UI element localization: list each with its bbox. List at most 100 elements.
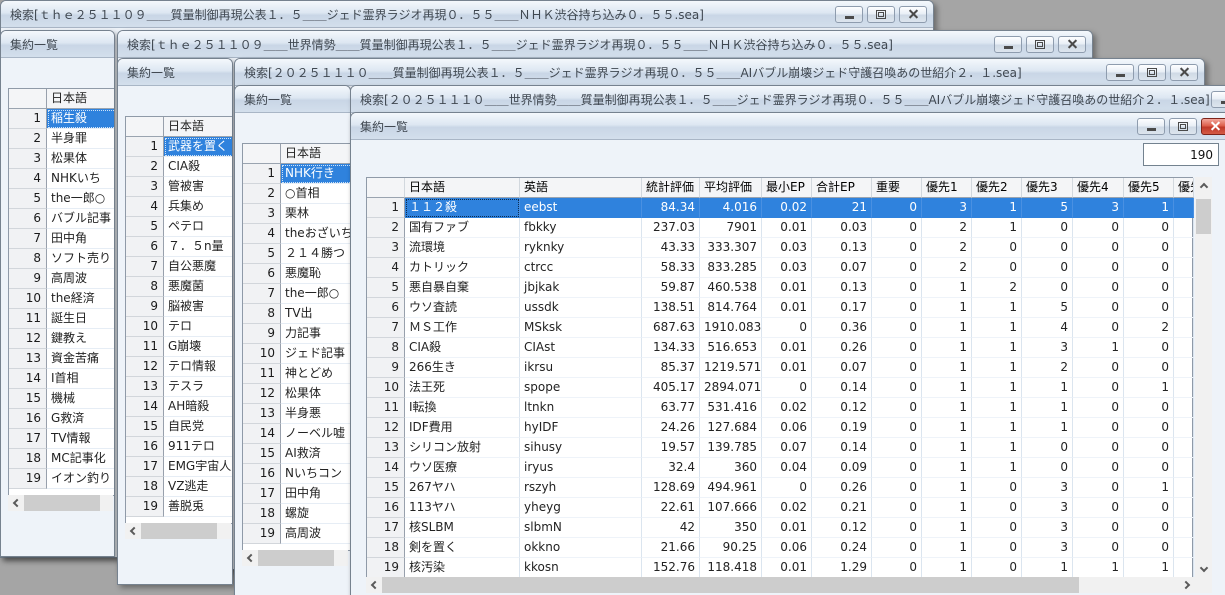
titlebar[interactable]: 集約一覧 — [118, 59, 232, 86]
list-item[interactable]: 7 自公悪魔 — [126, 257, 232, 277]
list-item[interactable]: 14 AH暗殺 — [126, 397, 232, 417]
list-item[interactable]: 11 G崩壊 — [126, 337, 232, 357]
list-item[interactable]: 1 NHK行き — [243, 164, 350, 184]
table-row[interactable]: 4 カトリック ctrcc 58.33 833.285 0.03 0.07 0 2 0 0 0 0 — [367, 258, 1194, 278]
table-row[interactable]: 10 法王死 spope 405.17 2894.071 0 0.14 0 1 1 1 0 1 — [367, 378, 1194, 398]
table-row[interactable]: 6 ウソ査読 ussdk 138.51 814.764 0.01 0.17 0 1 1 5 0 0 — [367, 298, 1194, 318]
table-row[interactable]: 8 CIA殺 CIAst 134.33 516.653 0.01 0.26 0 1 1 3 1 0 — [367, 338, 1194, 358]
list-item[interactable]: 14 I首相 — [9, 369, 114, 389]
scrollbar-thumb[interactable] — [1196, 199, 1211, 234]
close-button[interactable] — [899, 5, 927, 23]
minimize-button[interactable] — [1211, 90, 1225, 108]
list-item[interactable]: 19 高周波 — [243, 524, 350, 544]
titlebar[interactable]: 検索[ｔｈｅ２５１１０９＿＿世界情勢＿＿質量制御再現公表１．５＿＿ジェド霊界ラジ… — [118, 31, 1092, 58]
maximize-button[interactable] — [867, 5, 895, 23]
column-header[interactable]: 優先4 — [1073, 178, 1124, 198]
scrollbar-thumb[interactable] — [382, 577, 1079, 593]
maximize-button[interactable] — [1138, 63, 1166, 81]
close-button[interactable] — [1170, 63, 1198, 81]
table-row[interactable]: 16 113ヤハ yheyg 22.61 107.666 0.02 0.21 0 1 0 3 0 0 — [367, 498, 1194, 518]
column-header[interactable]: 平均評価 — [700, 178, 762, 198]
list-item[interactable]: 18 VZ逃走 — [126, 477, 232, 497]
list-item[interactable]: 11 誕生日 — [9, 309, 114, 329]
list-item[interactable]: 12 テロ情報 — [126, 357, 232, 377]
vertical-scrollbar[interactable] — [1195, 177, 1212, 577]
list-item[interactable]: 6 悪魔恥 — [243, 264, 350, 284]
table-row[interactable]: 7 ＭＳ工作 MSksk 687.63 1910.083 0 0.36 0 1 1 4 0 2 — [367, 318, 1194, 338]
list-item[interactable]: 10 the経済 — [9, 289, 114, 309]
titlebar[interactable]: 集約一覧 — [351, 113, 1225, 140]
column-header[interactable]: 重要 — [872, 178, 922, 198]
list-item[interactable]: 13 テスラ — [126, 377, 232, 397]
table-row[interactable]: 5 悪自暴自棄 jbjkak 59.87 460.538 0.01 0.13 0 1 2 0 0 0 — [367, 278, 1194, 298]
list-item[interactable]: 12 鍵教え — [9, 329, 114, 349]
list-item[interactable]: 4 theおざいち — [243, 224, 350, 244]
titlebar[interactable]: 集約一覧 — [235, 86, 350, 113]
list-item[interactable]: 16 Nいちコン — [243, 464, 350, 484]
scroll-left-arrow[interactable] — [125, 523, 141, 539]
table-row[interactable]: 11 I転換 ltnkn 63.77 531.416 0.02 0.12 0 1 1 1 0 0 — [367, 398, 1194, 418]
list-item[interactable]: 8 ソフト売り — [9, 249, 114, 269]
list-item[interactable]: 2 半身罪 — [9, 129, 114, 149]
list-item[interactable]: 6 ７．５n量 — [126, 237, 232, 257]
table-row[interactable]: 18 剣を置く okkno 21.66 90.25 0.06 0.24 0 1 0 3 0 0 — [367, 538, 1194, 558]
list-item[interactable]: 3 栗林 — [243, 204, 350, 224]
list-item[interactable]: 19 善脱兎 — [126, 497, 232, 517]
list-item[interactable]: 10 テロ — [126, 317, 232, 337]
titlebar[interactable]: 検索[２０２５１１１０＿＿世界情勢＿＿質量制御再現公表１．５＿＿ジェド霊界ラジオ… — [351, 86, 1225, 113]
scroll-left-arrow[interactable] — [366, 577, 382, 593]
column-header[interactable]: 優先6 — [1174, 178, 1194, 198]
scroll-left-arrow[interactable] — [242, 550, 258, 566]
list-item[interactable]: 2 ○首相 — [243, 184, 350, 204]
minimize-button[interactable] — [1137, 117, 1165, 135]
maximize-button[interactable] — [1169, 117, 1197, 135]
column-header[interactable]: 英語 — [520, 178, 642, 198]
japanese-column-header[interactable]: 日本語 — [47, 89, 114, 109]
table-row[interactable]: 12 IDF費用 hyIDF 24.26 127.684 0.06 0.19 0 1 1 1 0 0 — [367, 418, 1194, 438]
list-item[interactable]: 5 the一郎○ — [9, 189, 114, 209]
list-item[interactable]: 10 ジェド記事 — [243, 344, 350, 364]
list-item[interactable]: 16 911テロ — [126, 437, 232, 457]
list-item[interactable]: 16 G救済 — [9, 409, 114, 429]
horizontal-scrollbar[interactable] — [242, 550, 348, 566]
scroll-right-arrow[interactable] — [1179, 577, 1195, 593]
list-item[interactable]: 7 田中角 — [9, 229, 114, 249]
japanese-column-header[interactable]: 日本語 — [164, 117, 232, 137]
titlebar[interactable]: 検索[２０２５１１１０＿＿質量制御再現公表１．５＿＿ジェド霊界ラジオ再現０．５５… — [235, 59, 1204, 86]
column-header[interactable]: 日本語 — [405, 178, 520, 198]
list-item[interactable]: 4 兵集め — [126, 197, 232, 217]
list-item[interactable]: 13 資金苦痛 — [9, 349, 114, 369]
list-item[interactable]: 5 ２１４勝つ — [243, 244, 350, 264]
titlebar[interactable]: 検索[ｔｈｅ２５１１０９＿＿質量制御再現公表１．５＿＿ジェド霊界ラジオ再現０．５… — [1, 1, 933, 28]
list-item[interactable]: 15 自民党 — [126, 417, 232, 437]
table-row[interactable]: 1 １１２殺 eebst 84.34 4.016 0.02 21 0 3 1 5 3 1 — [367, 198, 1194, 218]
table-row[interactable]: 9 266生き ikrsu 85.37 1219.571 0.01 0.07 0 1 1 2 0 0 — [367, 358, 1194, 378]
table-row[interactable]: 2 国有ファブ fbkky 237.03 7901 0.01 0.03 0 2 1 0 0 0 — [367, 218, 1194, 238]
minimize-button[interactable] — [994, 35, 1022, 53]
list-item[interactable]: 17 田中角 — [243, 484, 350, 504]
table-row[interactable]: 14 ウソ医療 iryus 32.4 360 0.04 0.09 0 1 1 0 0 0 — [367, 458, 1194, 478]
list-item[interactable]: 17 EMG宇宙人 — [126, 457, 232, 477]
close-button[interactable] — [1201, 117, 1225, 135]
list-item[interactable]: 3 松果体 — [9, 149, 114, 169]
horizontal-scrollbar[interactable] — [8, 495, 113, 511]
list-item[interactable]: 17 TV情報 — [9, 429, 114, 449]
list-item[interactable]: 5 ペテロ — [126, 217, 232, 237]
list-item[interactable]: 9 力記事 — [243, 324, 350, 344]
list-item[interactable]: 15 機械 — [9, 389, 114, 409]
column-header[interactable]: 優先2 — [972, 178, 1022, 198]
list-item[interactable]: 6 バブル記事 — [9, 209, 114, 229]
scroll-up-arrow[interactable] — [1195, 177, 1212, 193]
maximize-button[interactable] — [1026, 35, 1054, 53]
table-row[interactable]: 19 核汚染 kkosn 152.76 118.418 0.01 1.29 0 1 0 1 1 1 — [367, 558, 1194, 578]
titlebar[interactable]: 集約一覧 — [1, 31, 114, 58]
list-item[interactable]: 7 the一郎○ — [243, 284, 350, 304]
count-input[interactable] — [1143, 143, 1219, 166]
table-row[interactable]: 3 流環境 ryknky 43.33 333.307 0.03 0.13 0 2 0 0 0 0 — [367, 238, 1194, 258]
list-item[interactable]: 11 神とどめ — [243, 364, 350, 384]
column-header[interactable]: 統計評価 — [642, 178, 700, 198]
scrollbar-thumb[interactable] — [258, 550, 334, 566]
column-header[interactable]: 優先3 — [1022, 178, 1073, 198]
horizontal-scrollbar[interactable] — [125, 523, 231, 539]
table-row[interactable]: 17 核SLBM slbmN 42 350 0.01 0.12 0 1 0 3 0 0 — [367, 518, 1194, 538]
